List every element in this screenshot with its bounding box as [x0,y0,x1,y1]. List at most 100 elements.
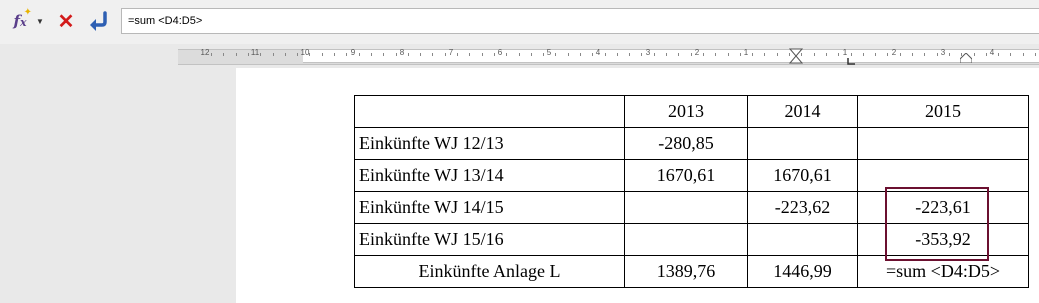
table-cell[interactable] [857,127,1029,160]
table-cell[interactable]: Einkünfte WJ 13/14 [354,159,625,192]
ruler-tick [764,53,765,56]
ruler-tick [236,53,237,56]
ruler-tick [260,53,261,56]
ruler-label: 3 [940,48,946,57]
ruler-tick [1035,53,1036,56]
cancel-formula-button[interactable]: ✕ [54,9,78,33]
ruler-label: 1 [743,48,749,57]
ruler-tick [678,53,679,56]
table-cell[interactable]: Einkünfte WJ 15/16 [354,223,625,256]
table-cell[interactable] [354,95,625,128]
ruler-tick [789,53,790,56]
table-row: Einkünfte Anlage L 1389,76 1446,99 =sum … [354,255,1029,288]
ruler-tick [580,53,581,56]
ruler-tick [506,53,507,56]
ruler-tick [605,53,606,56]
ruler-tick [383,53,384,56]
ruler-tick [469,53,470,56]
table-cell[interactable] [857,159,1029,192]
ruler-tick [346,53,347,56]
ruler-tick [359,53,360,56]
table-cell[interactable] [624,191,748,224]
table-cell[interactable] [747,223,858,256]
ruler-tick [248,53,249,56]
document-table: 2013 2014 2015 Einkünfte WJ 12/13 -280,8… [354,95,1029,288]
ruler-label: 5 [546,48,552,57]
hourglass-indent-icon[interactable] [789,48,803,64]
ruler-tick [740,53,741,56]
table-cell[interactable]: 1670,61 [747,159,858,192]
table-cell[interactable]: -353,92 [857,223,1029,256]
ruler-text-area [303,49,1039,63]
ruler-tick [420,53,421,56]
ruler-tick [408,53,409,56]
ruler-tick [371,53,372,56]
table-row: Einkünfte WJ 12/13 -280,85 [354,127,1029,160]
ruler-tick [986,53,987,56]
table-cell[interactable] [624,223,748,256]
tab-stop-icon[interactable] [846,58,856,66]
ruler-tick [617,53,618,56]
ruler-tick [875,53,876,56]
ruler-tick [457,53,458,56]
ruler-tick [691,53,692,56]
ruler-tick [396,53,397,56]
ruler-tick [887,53,888,56]
table-cell[interactable]: =sum <D4:D5> [857,255,1029,288]
formula-dropdown-button[interactable]: ▼ [34,9,46,33]
table-cell[interactable] [747,127,858,160]
ruler-label: 4 [595,48,601,57]
ruler-tick [801,53,802,56]
table-cell[interactable]: -280,85 [624,127,748,160]
ruler-tick [826,53,827,56]
ruler-tick [937,53,938,56]
ruler-tick [641,53,642,56]
table-cell[interactable]: Einkünfte WJ 12/13 [354,127,625,160]
ruler-tick [211,53,212,56]
ruler-label: 3 [645,48,651,57]
ruler-tick [949,53,950,56]
ruler-label: 9 [350,48,356,57]
table-cell[interactable]: -223,62 [747,191,858,224]
ruler-label: 1 [842,48,848,57]
ruler-label: 4 [989,48,995,57]
table-cell[interactable]: -223,61 [857,191,1029,224]
ruler-tick [445,53,446,56]
formula-input[interactable] [121,8,1039,34]
ruler-tick [223,53,224,56]
sparkle-icon: ✦ [23,7,32,18]
ruler-tick [814,53,815,56]
ruler-tick [334,53,335,56]
table-cell[interactable]: 1670,61 [624,159,748,192]
function-wizard-button[interactable]: fx ✦ [8,7,32,33]
table-row: 2013 2014 2015 [354,95,1029,128]
ruler-tick [1023,53,1024,56]
ruler-label: 2 [891,48,897,57]
table-row: Einkünfte WJ 14/15 -223,62 -223,61 [354,191,1029,224]
accept-formula-button[interactable] [86,9,110,33]
ruler-tick [998,53,999,56]
ruler-label: 12 [200,48,210,57]
table-cell[interactable]: 2013 [624,95,748,128]
enter-arrow-icon [90,11,107,31]
ruler-tick [297,53,298,56]
table-cell[interactable]: 2014 [747,95,858,128]
table-cell[interactable]: 1389,76 [624,255,748,288]
ruler-tick [863,53,864,56]
table-cell[interactable]: 2015 [857,95,1029,128]
table-cell[interactable]: Einkünfte Anlage L [354,255,625,288]
ruler-tick [494,53,495,56]
ruler-label: 7 [448,48,454,57]
ruler-tick [519,53,520,56]
ruler-tick [912,53,913,56]
ruler-tick [543,53,544,56]
ruler-tick [900,53,901,56]
ruler-tick [322,53,323,56]
ruler-tick [961,53,962,56]
table-cell[interactable]: Einkünfte WJ 14/15 [354,191,625,224]
ruler-tick [851,53,852,56]
table-cell[interactable]: 1446,99 [747,255,858,288]
table-row: Einkünfte WJ 15/16 -353,92 [354,223,1029,256]
ruler-tick [285,53,286,56]
horizontal-ruler[interactable]: 12 11 10 9 8 7 6 5 4 3 2 1 1 2 3 4 [0,44,1039,68]
